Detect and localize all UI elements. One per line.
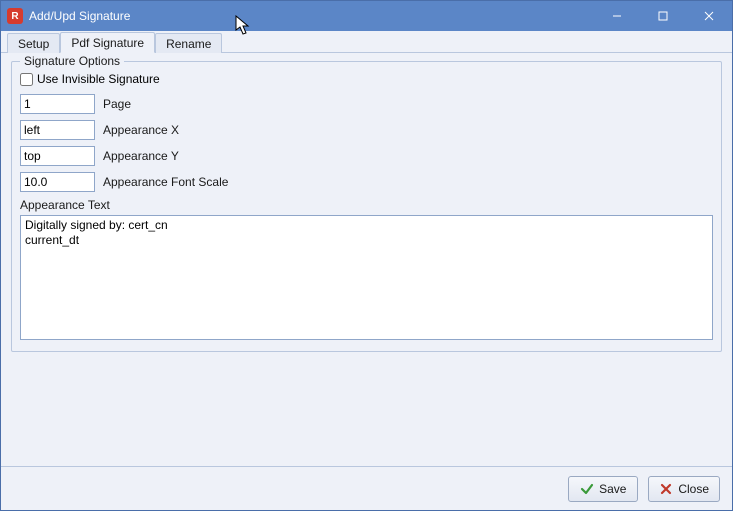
button-bar: Save Close	[1, 466, 732, 510]
save-button[interactable]: Save	[568, 476, 638, 502]
appearance-text-label: Appearance Text	[20, 198, 713, 212]
close-button-label: Close	[678, 482, 709, 496]
window-controls	[594, 1, 732, 31]
appearance-y-input[interactable]	[20, 146, 95, 166]
close-button[interactable]: Close	[648, 476, 720, 502]
minimize-button[interactable]	[594, 1, 640, 31]
font-scale-row: Appearance Font Scale	[20, 172, 713, 192]
appearance-y-label: Appearance Y	[103, 149, 179, 163]
app-icon: R	[7, 8, 23, 24]
font-scale-input[interactable]	[20, 172, 95, 192]
appearance-x-label: Appearance X	[103, 123, 179, 137]
font-scale-label: Appearance Font Scale	[103, 175, 228, 189]
invisible-signature-row: Use Invisible Signature	[20, 72, 713, 86]
close-icon	[704, 11, 714, 21]
dialog-window: R Add/Upd Signature Setup Pdf Signature …	[0, 0, 733, 511]
window-title: Add/Upd Signature	[29, 9, 130, 23]
tab-strip: Setup Pdf Signature Rename	[1, 31, 732, 53]
appearance-x-row: Appearance X	[20, 120, 713, 140]
x-icon	[659, 482, 673, 496]
signature-options-fieldset: Signature Options Use Invisible Signatur…	[11, 61, 722, 352]
tab-content: Signature Options Use Invisible Signatur…	[1, 53, 732, 466]
fieldset-legend: Signature Options	[20, 54, 124, 68]
close-window-button[interactable]	[686, 1, 732, 31]
maximize-button[interactable]	[640, 1, 686, 31]
tab-rename[interactable]: Rename	[155, 33, 222, 53]
page-row: Page	[20, 94, 713, 114]
check-icon	[580, 482, 594, 496]
appearance-text-area[interactable]	[20, 215, 713, 340]
save-button-label: Save	[599, 482, 626, 496]
invisible-signature-label: Use Invisible Signature	[37, 72, 160, 86]
page-label: Page	[103, 97, 131, 111]
minimize-icon	[612, 11, 622, 21]
maximize-icon	[658, 11, 668, 21]
tab-setup[interactable]: Setup	[7, 33, 60, 53]
appearance-y-row: Appearance Y	[20, 146, 713, 166]
page-input[interactable]	[20, 94, 95, 114]
invisible-signature-checkbox[interactable]	[20, 73, 33, 86]
titlebar[interactable]: R Add/Upd Signature	[1, 1, 732, 31]
appearance-x-input[interactable]	[20, 120, 95, 140]
tab-pdf-signature[interactable]: Pdf Signature	[60, 32, 155, 53]
